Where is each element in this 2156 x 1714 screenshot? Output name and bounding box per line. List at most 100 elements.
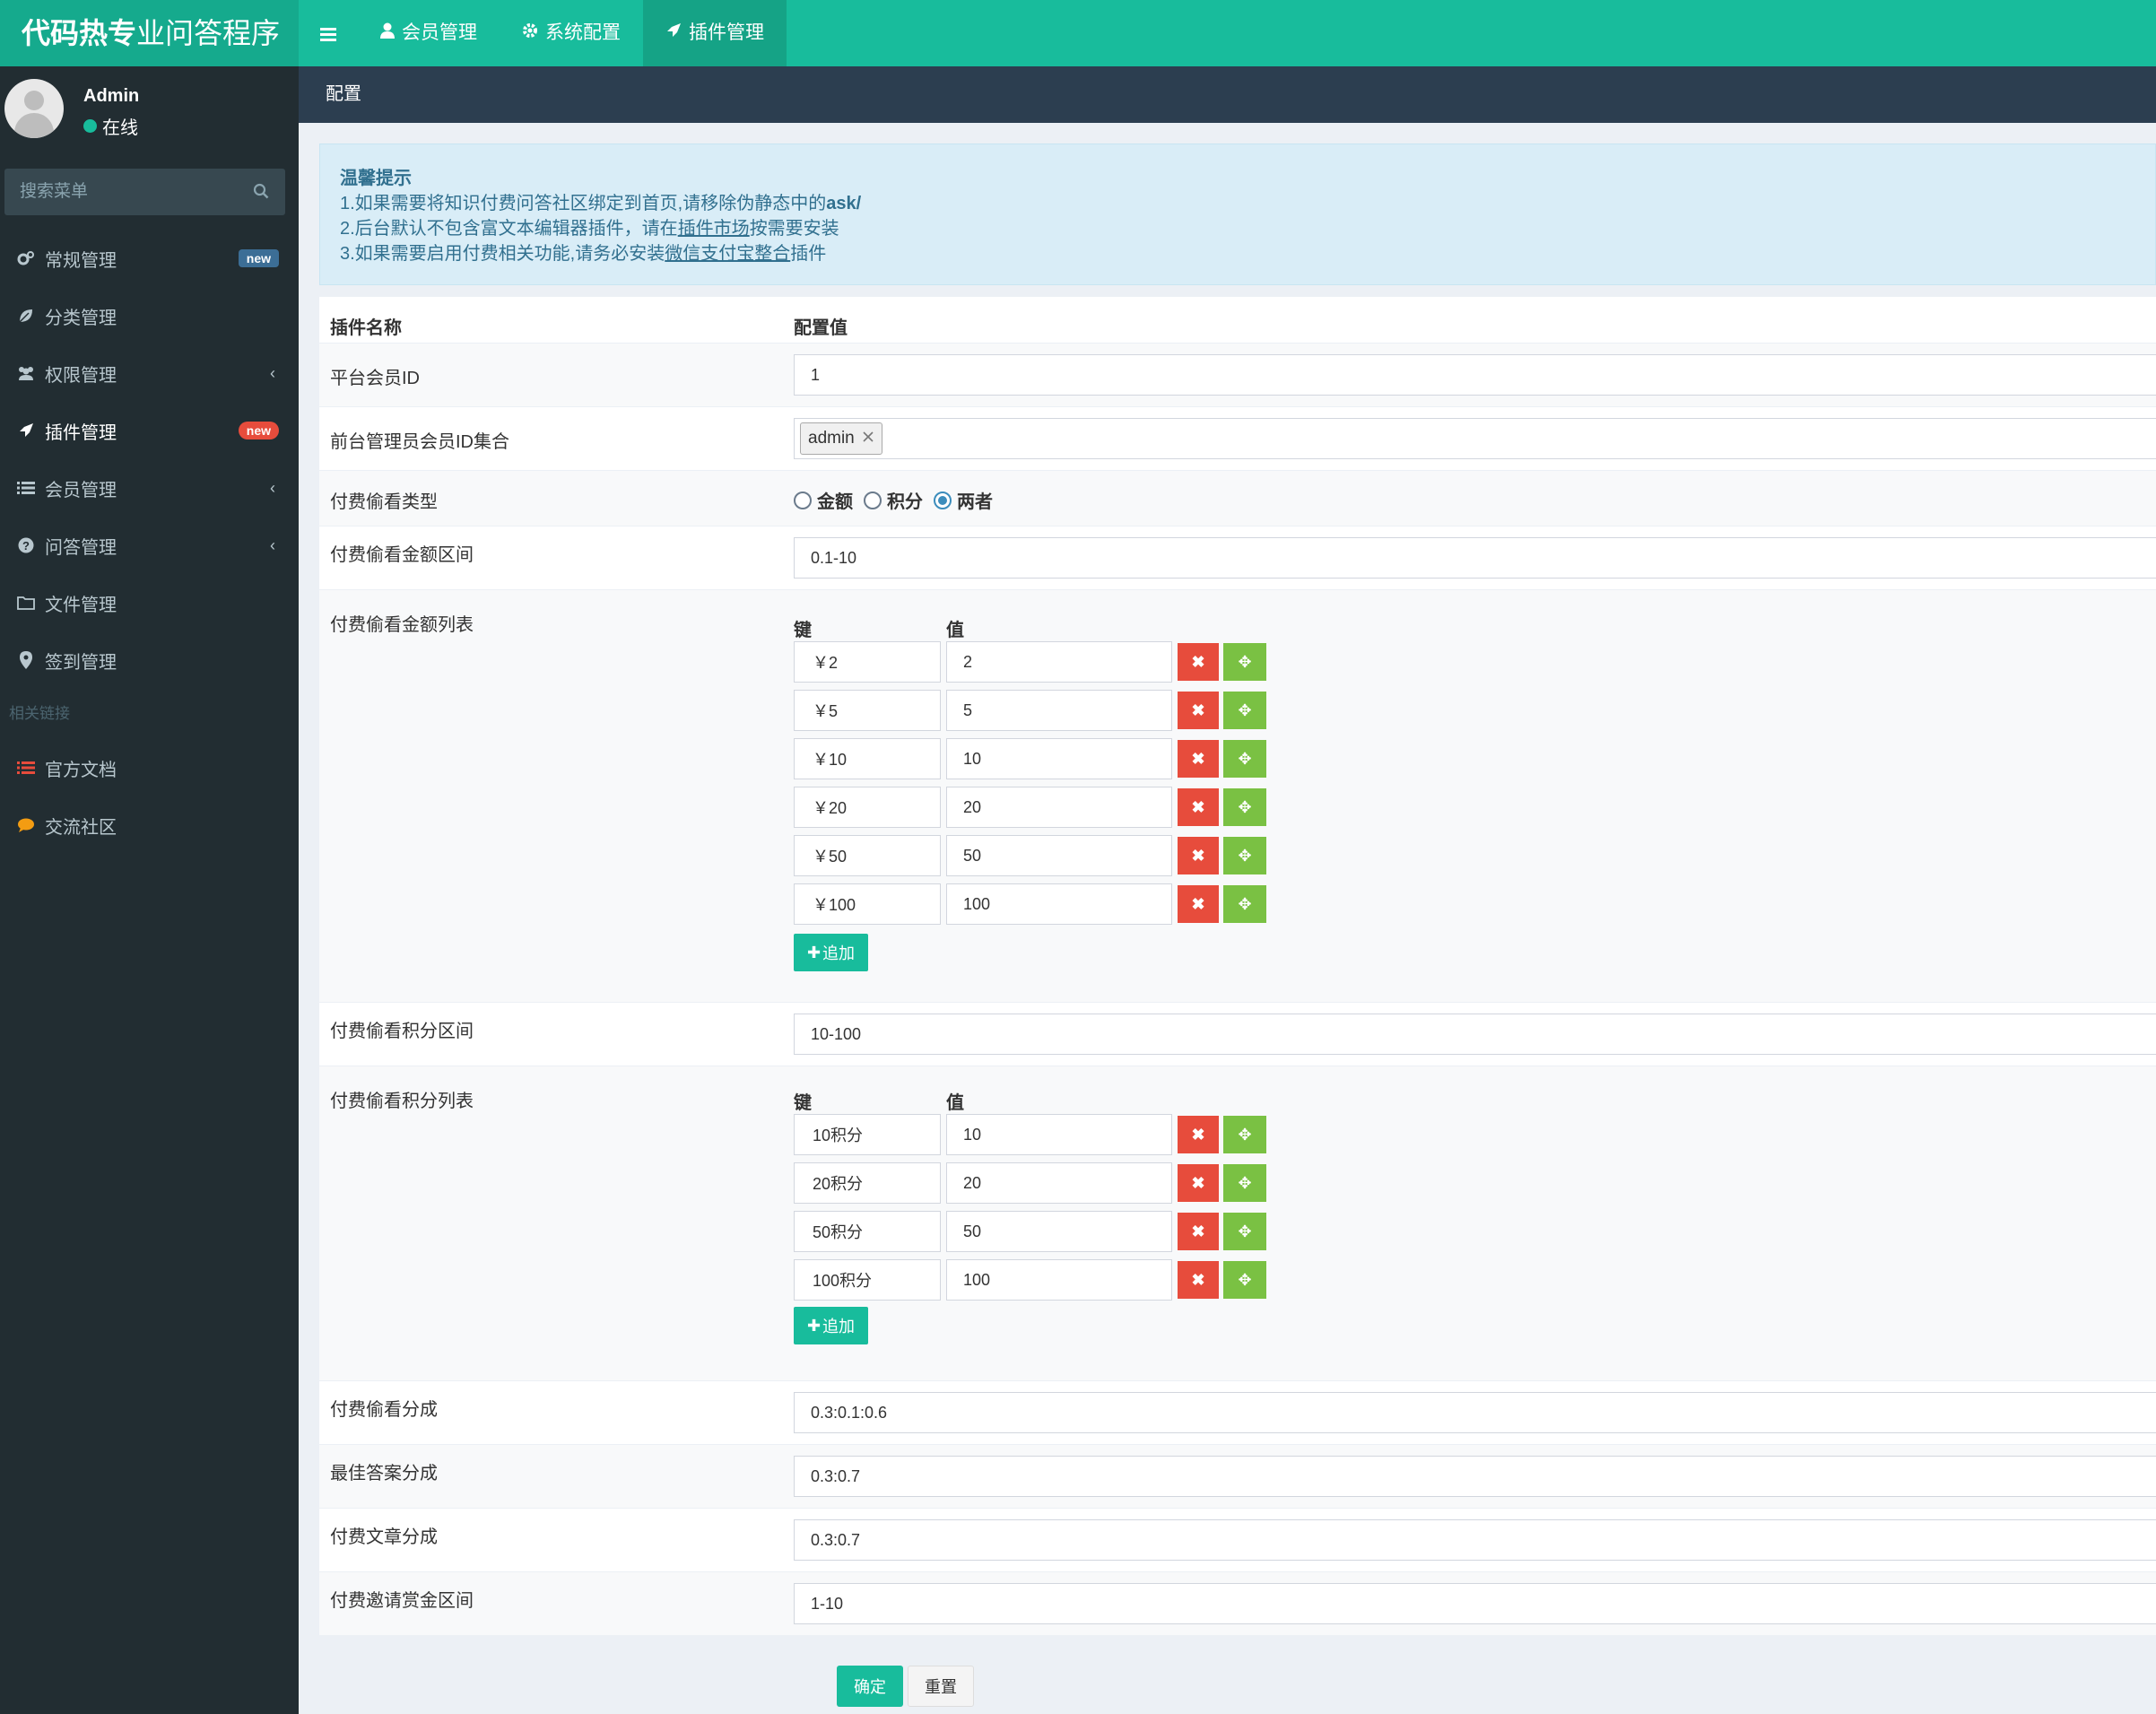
peek-money-range-field[interactable] bbox=[794, 537, 2156, 579]
kv-value-input[interactable] bbox=[946, 1162, 1172, 1204]
sidebar-item-permission[interactable]: 权限管理 ‹ bbox=[0, 344, 299, 402]
kv-key-input[interactable] bbox=[794, 1162, 941, 1204]
reset-button[interactable]: 重置 bbox=[908, 1666, 974, 1707]
sidebar-toggle-button[interactable] bbox=[299, 0, 358, 66]
kv-key-input[interactable] bbox=[794, 690, 941, 731]
close-icon: ✖ bbox=[1191, 1125, 1205, 1144]
sidebar-item-plugin[interactable]: 插件管理 new bbox=[0, 402, 299, 459]
kv-key-input[interactable] bbox=[794, 787, 941, 828]
remove-row-button[interactable]: ✖ bbox=[1178, 837, 1219, 874]
best-answer-split-field[interactable] bbox=[794, 1456, 2156, 1497]
drag-handle-button[interactable]: ✥ bbox=[1223, 885, 1266, 923]
kv-row: ✖ ✥ bbox=[794, 690, 1266, 731]
drag-handle-button[interactable]: ✥ bbox=[1223, 692, 1266, 729]
kv-value-input[interactable] bbox=[946, 1211, 1172, 1252]
kv-value-input[interactable] bbox=[946, 641, 1172, 683]
submit-button[interactable]: 确定 bbox=[837, 1666, 903, 1707]
move-icon: ✥ bbox=[1238, 1270, 1252, 1289]
table-row: 付费偷看类型 金额 积分 两者 bbox=[319, 470, 2156, 526]
kv-value-input[interactable] bbox=[946, 738, 1172, 779]
user-icon bbox=[380, 0, 395, 66]
plugin-market-link[interactable]: 插件市场 bbox=[678, 219, 750, 239]
sidebar-item-qa[interactable]: ? 问答管理 ‹ bbox=[0, 517, 299, 574]
user-name: Admin bbox=[83, 86, 140, 106]
kv-value-input[interactable] bbox=[946, 1114, 1172, 1155]
peek-score-range-field[interactable] bbox=[794, 1014, 2156, 1055]
add-score-row-button[interactable]: ✚ 追加 bbox=[794, 1307, 868, 1344]
drag-handle-button[interactable]: ✥ bbox=[1223, 643, 1266, 681]
kv-value-input[interactable] bbox=[946, 835, 1172, 876]
new-badge: new bbox=[238, 422, 279, 439]
peek-split-field[interactable] bbox=[794, 1392, 2156, 1433]
sidebar-item-file[interactable]: 文件管理 bbox=[0, 574, 299, 631]
drag-handle-button[interactable]: ✥ bbox=[1223, 1261, 1266, 1299]
app-logo[interactable]: 代码热专业问答程序 bbox=[0, 0, 299, 66]
sidebar-item-checkin[interactable]: 签到管理 bbox=[0, 631, 299, 689]
kv-key-input[interactable] bbox=[794, 835, 941, 876]
sidebar-link-community[interactable]: 交流社区 bbox=[0, 796, 299, 854]
remove-row-button[interactable]: ✖ bbox=[1178, 692, 1219, 729]
tab-member-management[interactable]: 会员管理 bbox=[358, 0, 500, 66]
sidebar-item-member[interactable]: 会员管理 ‹ bbox=[0, 459, 299, 517]
tips-line-2: 2.后台默认不包含富文本编辑器插件，请在插件市场按需要安装 bbox=[340, 219, 839, 239]
sidebar-item-general[interactable]: 常规管理 new bbox=[0, 230, 299, 287]
sidebar-item-category[interactable]: 分类管理 bbox=[0, 287, 299, 344]
table-row: 付费偷看积分区间 bbox=[319, 1002, 2156, 1066]
remove-row-button[interactable]: ✖ bbox=[1178, 1213, 1219, 1250]
admin-ids-tag-input[interactable]: admin bbox=[794, 418, 2156, 459]
table-row: 付费邀请赏金区间 bbox=[319, 1571, 2156, 1635]
sidebar-link-docs[interactable]: 官方文档 bbox=[0, 739, 299, 796]
kv-key-input[interactable] bbox=[794, 1259, 941, 1301]
remove-row-button[interactable]: ✖ bbox=[1178, 788, 1219, 826]
radio-score[interactable] bbox=[864, 491, 882, 509]
kv-value-input[interactable] bbox=[946, 883, 1172, 925]
tab-system-config[interactable]: 系统配置 bbox=[500, 0, 643, 66]
page-title: 配置 bbox=[299, 66, 2156, 123]
close-icon: ✖ bbox=[1191, 1222, 1205, 1240]
platform-member-id-field[interactable] bbox=[794, 354, 2156, 396]
kv-value-input[interactable] bbox=[946, 787, 1172, 828]
drag-handle-button[interactable]: ✥ bbox=[1223, 740, 1266, 778]
menu-search-input[interactable] bbox=[4, 169, 238, 215]
avatar bbox=[4, 79, 64, 138]
radio-money[interactable] bbox=[794, 491, 812, 509]
drag-handle-button[interactable]: ✥ bbox=[1223, 837, 1266, 874]
add-money-row-button[interactable]: ✚ 追加 bbox=[794, 934, 868, 971]
close-icon: ✖ bbox=[1191, 652, 1205, 671]
invite-reward-range-field[interactable] bbox=[794, 1583, 2156, 1624]
move-icon: ✥ bbox=[1238, 797, 1252, 816]
kv-value-input[interactable] bbox=[946, 690, 1172, 731]
drag-handle-button[interactable]: ✥ bbox=[1223, 1116, 1266, 1153]
kv-key-input[interactable] bbox=[794, 1114, 941, 1155]
search-icon[interactable] bbox=[253, 183, 269, 199]
column-header-name: 插件名称 bbox=[330, 318, 402, 338]
radio-both[interactable] bbox=[934, 491, 952, 509]
tab-plugin-management[interactable]: 插件管理 bbox=[643, 0, 787, 66]
move-icon: ✥ bbox=[1238, 846, 1252, 865]
remove-row-button[interactable]: ✖ bbox=[1178, 740, 1219, 778]
kv-key-input[interactable] bbox=[794, 738, 941, 779]
payment-plugin-link[interactable]: 微信支付宝整合 bbox=[665, 244, 790, 264]
paid-article-split-field[interactable] bbox=[794, 1519, 2156, 1561]
question-icon: ? bbox=[16, 535, 36, 555]
config-table: 插件名称 配置值 平台会员ID 前台管理员会员ID集合 admin 付费偷看类型… bbox=[319, 296, 2156, 1635]
drag-handle-button[interactable]: ✥ bbox=[1223, 1164, 1266, 1202]
map-marker-icon bbox=[16, 650, 36, 670]
remove-row-button[interactable]: ✖ bbox=[1178, 1261, 1219, 1299]
remove-row-button[interactable]: ✖ bbox=[1178, 1116, 1219, 1153]
move-icon: ✥ bbox=[1238, 1125, 1252, 1144]
remove-row-button[interactable]: ✖ bbox=[1178, 885, 1219, 923]
remove-row-button[interactable]: ✖ bbox=[1178, 643, 1219, 681]
kv-value-input[interactable] bbox=[946, 1259, 1172, 1301]
kv-key-input[interactable] bbox=[794, 883, 941, 925]
kv-key-input[interactable] bbox=[794, 641, 941, 683]
tips-alert: 温馨提示 1.如果需要将知识付费问答社区绑定到首页,请移除伪静态中的ask/ 2… bbox=[319, 144, 2156, 285]
remove-row-button[interactable]: ✖ bbox=[1178, 1164, 1219, 1202]
drag-handle-button[interactable]: ✥ bbox=[1223, 1213, 1266, 1250]
close-icon: ✖ bbox=[1191, 797, 1205, 816]
drag-handle-button[interactable]: ✥ bbox=[1223, 788, 1266, 826]
kv-row: ✖ ✥ bbox=[794, 738, 1266, 779]
kv-key-input[interactable] bbox=[794, 1211, 941, 1252]
kv-row: ✖ ✥ bbox=[794, 641, 1266, 683]
close-icon[interactable] bbox=[862, 429, 874, 448]
